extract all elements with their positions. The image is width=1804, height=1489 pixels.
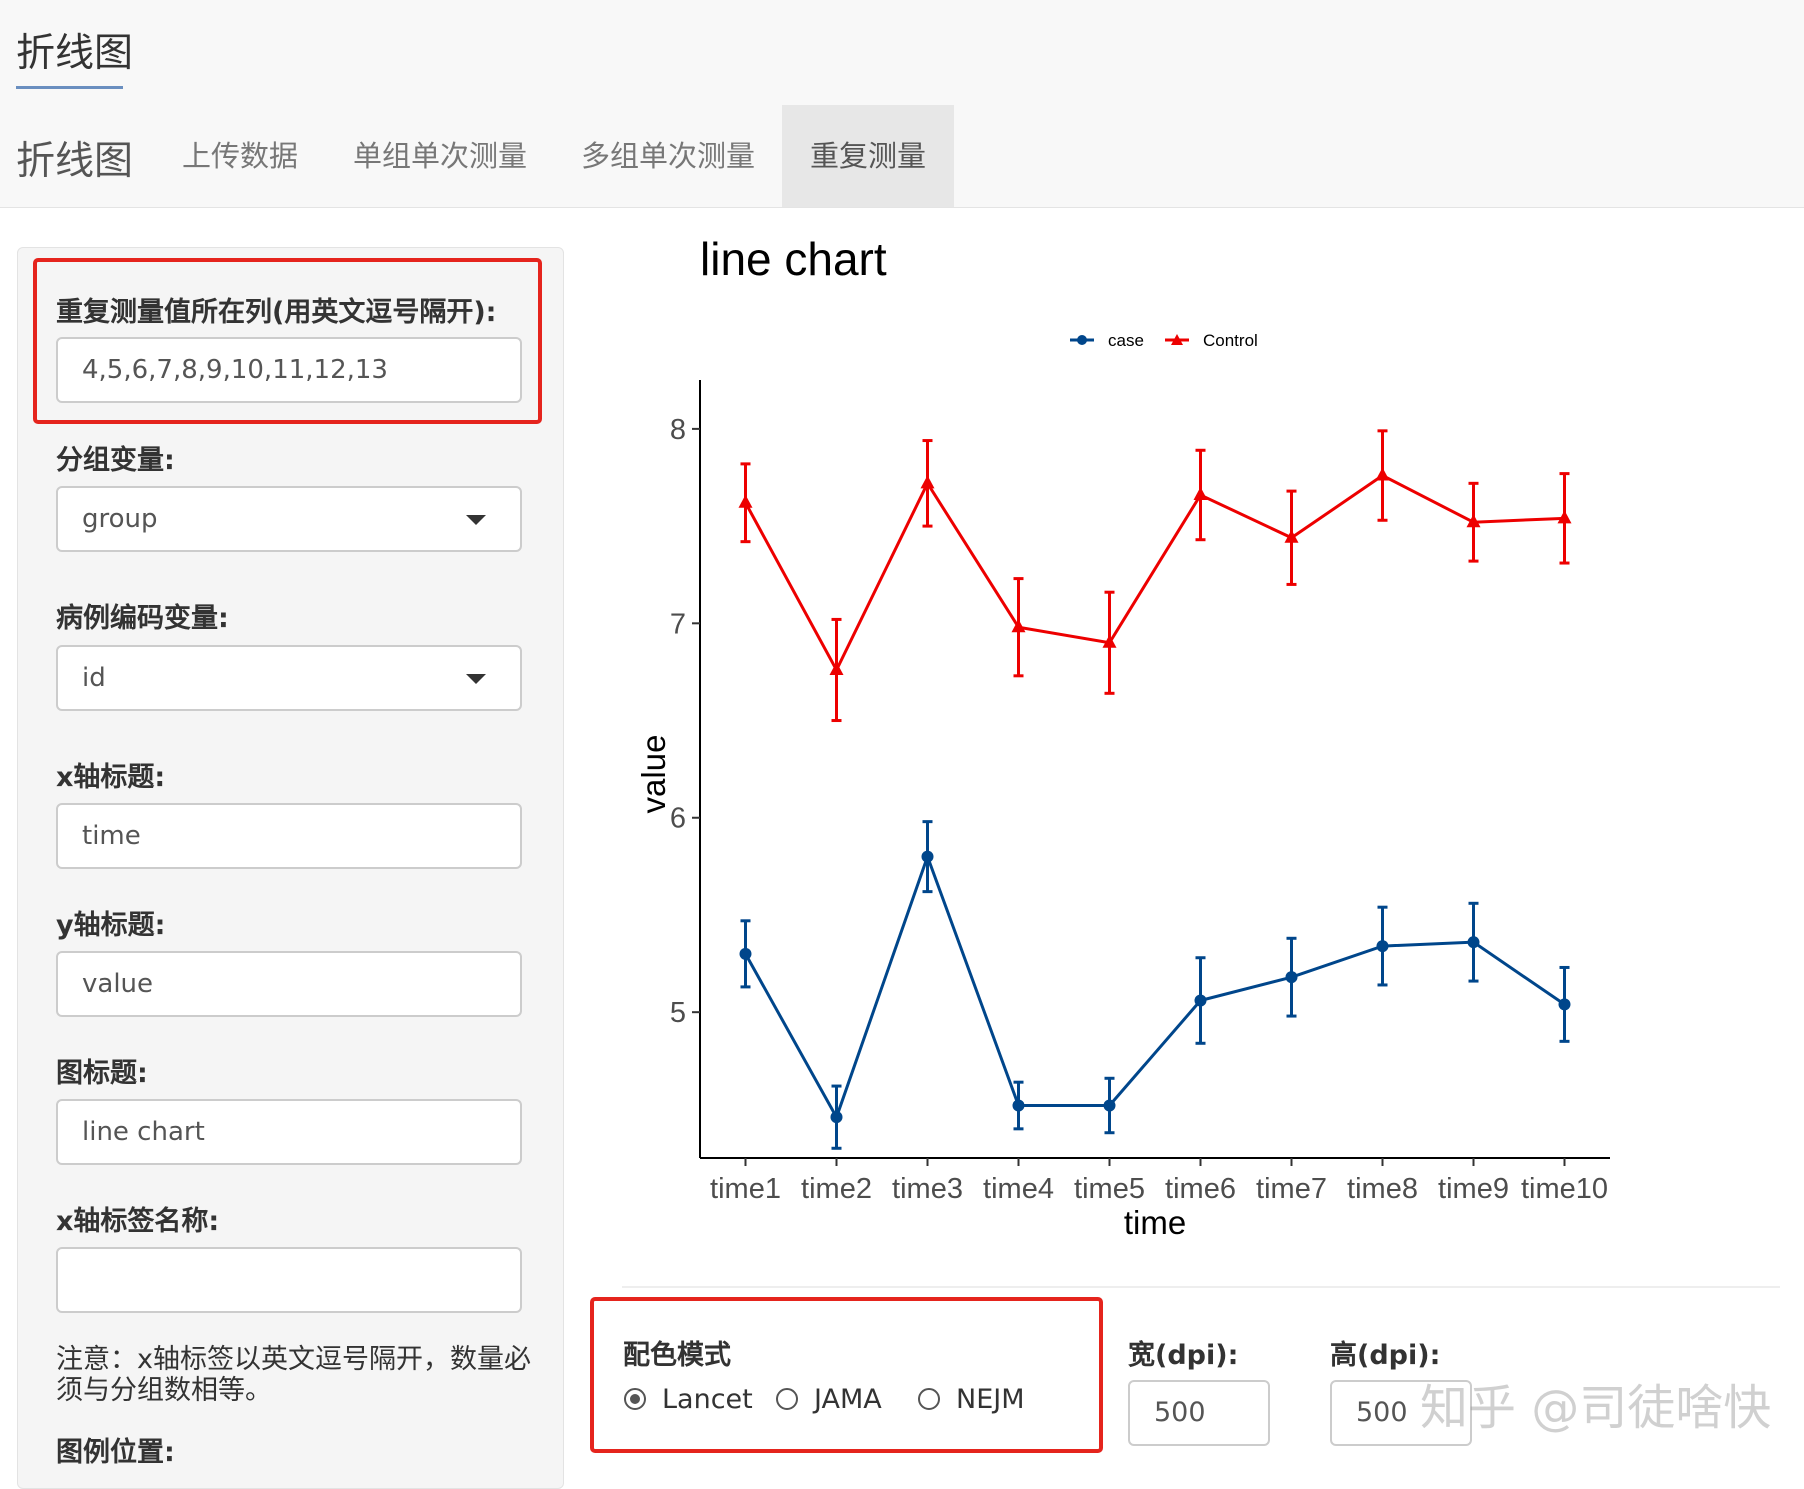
tab-multi-group-single[interactable]: 多组单次测量 (568, 105, 768, 207)
x-tick-labels-label: x轴标签名称: (56, 1206, 220, 1237)
chart-title: line chart (700, 233, 887, 285)
radio-nejm-label: NEJM (956, 1384, 1025, 1415)
x-tick-label: time7 (1256, 1173, 1327, 1205)
divider (622, 1286, 1780, 1288)
group-var-select[interactable]: group (56, 486, 522, 552)
x-tick-label: time9 (1438, 1173, 1509, 1205)
watermark: 知乎 @司徒啥快 (1420, 1380, 1772, 1436)
x-tick-label: time3 (892, 1173, 963, 1205)
data-point-case (1285, 971, 1298, 984)
tab-single-group-single[interactable]: 单组单次测量 (340, 105, 540, 207)
group-var-label: 分组变量: (56, 445, 175, 476)
title-underline (16, 86, 123, 89)
legend-marker-case (1077, 335, 1087, 345)
data-point-case (739, 947, 752, 960)
chart-title-input[interactable]: line chart (56, 1099, 522, 1165)
data-point-case (1467, 936, 1480, 949)
x-tick-labels-input[interactable] (56, 1247, 522, 1313)
y-tick-label: 8 (670, 414, 686, 446)
dropdown-caret-icon (466, 674, 486, 684)
x-title-label: x轴标题: (56, 762, 166, 793)
height-dpi-label: 高(dpi): (1330, 1340, 1441, 1371)
group-var-value: group (82, 504, 158, 534)
navbar-brand[interactable]: 折线图 (16, 130, 133, 186)
x-tick-note: 注意：x轴标签以英文逗号隔开，数量必须与分组数相等。 (56, 1344, 531, 1406)
tab-upload-data[interactable]: 上传数据 (160, 105, 320, 207)
series-line-case (744, 852, 1566, 1121)
data-point-control (738, 494, 753, 508)
data-point-control (920, 475, 935, 489)
legend-label-control: Control (1203, 331, 1258, 350)
dropdown-caret-icon (466, 515, 486, 525)
x-tick-label: time2 (801, 1173, 872, 1205)
y-tick-label: 7 (670, 608, 686, 640)
navbar: 折线图 折线图 上传数据 单组单次测量 多组单次测量 重复测量 (0, 0, 1804, 208)
width-dpi-label: 宽(dpi): (1128, 1340, 1239, 1371)
data-point-control (1557, 510, 1572, 524)
id-var-value: id (82, 663, 106, 693)
radio-unchecked-icon (776, 1388, 798, 1410)
x-tick-label: time1 (710, 1173, 781, 1205)
data-point-case (1012, 1099, 1025, 1112)
color-mode-label: 配色模式 (623, 1340, 731, 1371)
data-point-case (1194, 994, 1207, 1007)
app-title: 折线图 (16, 31, 134, 76)
data-point-case (921, 850, 934, 863)
series-line-control (744, 473, 1565, 674)
line-chart: line chart case Control 5 6 7 8 time1 time2 time3… (635, 233, 1610, 1240)
radio-unchecked-icon (918, 1388, 940, 1410)
data-point-control (1375, 467, 1390, 481)
x-tick-label: time4 (983, 1173, 1054, 1205)
radio-jama-label: JAMA (814, 1384, 882, 1415)
radio-checked-icon (624, 1388, 646, 1410)
x-tick-label: time5 (1074, 1173, 1145, 1205)
legend-label-case: case (1108, 331, 1144, 350)
y-tick-label: 6 (670, 803, 686, 835)
y-title-input[interactable]: value (56, 951, 522, 1017)
y-tick-label: 5 (670, 997, 686, 1029)
x-title-input[interactable]: time (56, 803, 522, 869)
data-point-case (1376, 940, 1389, 953)
radio-lancet-label: Lancet (662, 1384, 753, 1415)
highlight-box (33, 258, 542, 424)
x-tick-label: time10 (1521, 1173, 1608, 1205)
chart-title-label: 图标题: (56, 1058, 148, 1089)
legend-position-label: 图例位置: (56, 1437, 175, 1468)
y-axis-title: value (635, 735, 672, 814)
data-point-case (830, 1111, 843, 1124)
id-var-label: 病例编码变量: (56, 603, 229, 634)
data-point-control (1193, 486, 1208, 500)
x-axis-title: time (1124, 1204, 1186, 1240)
tab-repeated-measures[interactable]: 重复测量 (782, 105, 954, 207)
x-tick-label: time6 (1165, 1173, 1236, 1205)
y-title-label: y轴标题: (56, 910, 166, 941)
x-tick-label: time8 (1347, 1173, 1418, 1205)
data-point-case (1558, 998, 1571, 1011)
highlight-box (590, 1297, 1103, 1453)
data-point-case (1103, 1099, 1116, 1112)
id-var-select[interactable]: id (56, 645, 522, 711)
width-dpi-input[interactable]: 500 (1128, 1380, 1270, 1446)
